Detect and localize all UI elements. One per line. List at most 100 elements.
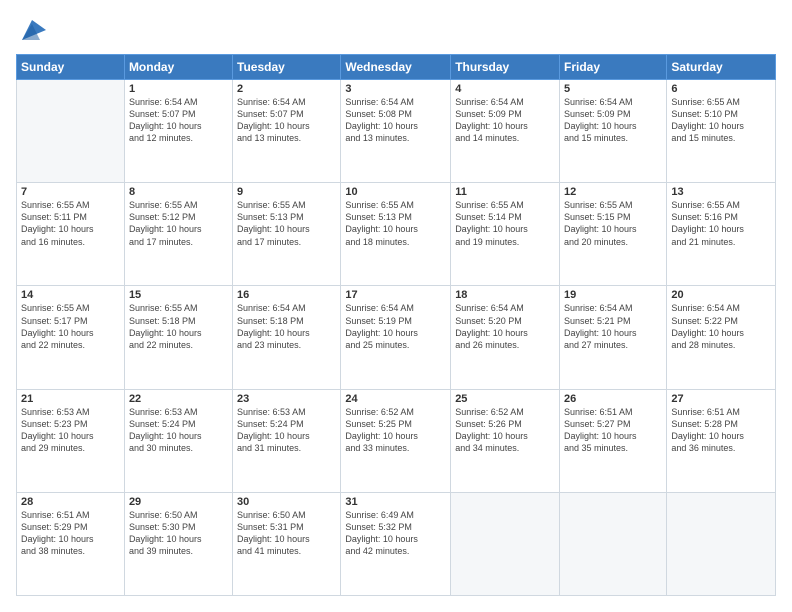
day-info: Sunrise: 6:54 AMSunset: 5:07 PMDaylight:… xyxy=(237,96,336,145)
day-number: 3 xyxy=(345,83,446,95)
calendar-cell: 21Sunrise: 6:53 AMSunset: 5:23 PMDayligh… xyxy=(17,389,125,492)
calendar-page: SundayMondayTuesdayWednesdayThursdayFrid… xyxy=(0,0,792,612)
calendar-cell: 2Sunrise: 6:54 AMSunset: 5:07 PMDaylight… xyxy=(233,80,341,183)
header-cell-saturday: Saturday xyxy=(667,55,776,80)
day-info: Sunrise: 6:51 AMSunset: 5:27 PMDaylight:… xyxy=(564,406,662,455)
day-info: Sunrise: 6:54 AMSunset: 5:21 PMDaylight:… xyxy=(564,302,662,351)
day-number: 18 xyxy=(455,289,555,301)
day-number: 29 xyxy=(129,496,228,508)
day-number: 19 xyxy=(564,289,662,301)
day-number: 6 xyxy=(671,83,771,95)
calendar-cell: 23Sunrise: 6:53 AMSunset: 5:24 PMDayligh… xyxy=(233,389,341,492)
day-info: Sunrise: 6:50 AMSunset: 5:31 PMDaylight:… xyxy=(237,509,336,558)
header-cell-friday: Friday xyxy=(560,55,667,80)
calendar-cell: 3Sunrise: 6:54 AMSunset: 5:08 PMDaylight… xyxy=(341,80,451,183)
day-number: 1 xyxy=(129,83,228,95)
calendar-cell: 31Sunrise: 6:49 AMSunset: 5:32 PMDayligh… xyxy=(341,492,451,595)
day-number: 14 xyxy=(21,289,120,301)
calendar-cell: 11Sunrise: 6:55 AMSunset: 5:14 PMDayligh… xyxy=(451,183,560,286)
day-number: 26 xyxy=(564,393,662,405)
week-row-1: 1Sunrise: 6:54 AMSunset: 5:07 PMDaylight… xyxy=(17,80,776,183)
day-info: Sunrise: 6:52 AMSunset: 5:25 PMDaylight:… xyxy=(345,406,446,455)
day-number: 20 xyxy=(671,289,771,301)
calendar-cell: 10Sunrise: 6:55 AMSunset: 5:13 PMDayligh… xyxy=(341,183,451,286)
day-number: 7 xyxy=(21,186,120,198)
header-cell-thursday: Thursday xyxy=(451,55,560,80)
calendar-cell: 15Sunrise: 6:55 AMSunset: 5:18 PMDayligh… xyxy=(124,286,232,389)
day-info: Sunrise: 6:55 AMSunset: 5:12 PMDaylight:… xyxy=(129,199,228,248)
day-number: 12 xyxy=(564,186,662,198)
day-info: Sunrise: 6:53 AMSunset: 5:24 PMDaylight:… xyxy=(237,406,336,455)
day-number: 28 xyxy=(21,496,120,508)
day-info: Sunrise: 6:50 AMSunset: 5:30 PMDaylight:… xyxy=(129,509,228,558)
day-info: Sunrise: 6:49 AMSunset: 5:32 PMDaylight:… xyxy=(345,509,446,558)
day-number: 5 xyxy=(564,83,662,95)
calendar-cell xyxy=(667,492,776,595)
day-number: 11 xyxy=(455,186,555,198)
calendar-cell: 26Sunrise: 6:51 AMSunset: 5:27 PMDayligh… xyxy=(560,389,667,492)
header-cell-monday: Monday xyxy=(124,55,232,80)
day-info: Sunrise: 6:55 AMSunset: 5:13 PMDaylight:… xyxy=(345,199,446,248)
day-info: Sunrise: 6:52 AMSunset: 5:26 PMDaylight:… xyxy=(455,406,555,455)
header-cell-sunday: Sunday xyxy=(17,55,125,80)
day-number: 16 xyxy=(237,289,336,301)
calendar-cell: 28Sunrise: 6:51 AMSunset: 5:29 PMDayligh… xyxy=(17,492,125,595)
day-info: Sunrise: 6:54 AMSunset: 5:22 PMDaylight:… xyxy=(671,302,771,351)
calendar-cell: 18Sunrise: 6:54 AMSunset: 5:20 PMDayligh… xyxy=(451,286,560,389)
calendar-cell: 7Sunrise: 6:55 AMSunset: 5:11 PMDaylight… xyxy=(17,183,125,286)
week-row-5: 28Sunrise: 6:51 AMSunset: 5:29 PMDayligh… xyxy=(17,492,776,595)
day-number: 31 xyxy=(345,496,446,508)
header-cell-wednesday: Wednesday xyxy=(341,55,451,80)
day-info: Sunrise: 6:54 AMSunset: 5:20 PMDaylight:… xyxy=(455,302,555,351)
page-header xyxy=(16,16,776,44)
calendar-cell: 5Sunrise: 6:54 AMSunset: 5:09 PMDaylight… xyxy=(560,80,667,183)
day-number: 4 xyxy=(455,83,555,95)
calendar-cell: 12Sunrise: 6:55 AMSunset: 5:15 PMDayligh… xyxy=(560,183,667,286)
day-number: 15 xyxy=(129,289,228,301)
calendar-cell: 25Sunrise: 6:52 AMSunset: 5:26 PMDayligh… xyxy=(451,389,560,492)
day-info: Sunrise: 6:54 AMSunset: 5:18 PMDaylight:… xyxy=(237,302,336,351)
calendar-cell: 29Sunrise: 6:50 AMSunset: 5:30 PMDayligh… xyxy=(124,492,232,595)
calendar-cell: 24Sunrise: 6:52 AMSunset: 5:25 PMDayligh… xyxy=(341,389,451,492)
day-number: 25 xyxy=(455,393,555,405)
calendar-cell: 14Sunrise: 6:55 AMSunset: 5:17 PMDayligh… xyxy=(17,286,125,389)
logo-icon xyxy=(18,16,46,44)
calendar-cell: 1Sunrise: 6:54 AMSunset: 5:07 PMDaylight… xyxy=(124,80,232,183)
day-info: Sunrise: 6:54 AMSunset: 5:19 PMDaylight:… xyxy=(345,302,446,351)
calendar-cell xyxy=(560,492,667,595)
day-info: Sunrise: 6:55 AMSunset: 5:13 PMDaylight:… xyxy=(237,199,336,248)
day-number: 13 xyxy=(671,186,771,198)
header-cell-tuesday: Tuesday xyxy=(233,55,341,80)
day-info: Sunrise: 6:53 AMSunset: 5:23 PMDaylight:… xyxy=(21,406,120,455)
day-number: 17 xyxy=(345,289,446,301)
header-row: SundayMondayTuesdayWednesdayThursdayFrid… xyxy=(17,55,776,80)
calendar-cell xyxy=(17,80,125,183)
day-info: Sunrise: 6:54 AMSunset: 5:09 PMDaylight:… xyxy=(455,96,555,145)
day-info: Sunrise: 6:55 AMSunset: 5:11 PMDaylight:… xyxy=(21,199,120,248)
week-row-4: 21Sunrise: 6:53 AMSunset: 5:23 PMDayligh… xyxy=(17,389,776,492)
week-row-3: 14Sunrise: 6:55 AMSunset: 5:17 PMDayligh… xyxy=(17,286,776,389)
day-info: Sunrise: 6:55 AMSunset: 5:14 PMDaylight:… xyxy=(455,199,555,248)
day-info: Sunrise: 6:55 AMSunset: 5:17 PMDaylight:… xyxy=(21,302,120,351)
calendar-cell: 9Sunrise: 6:55 AMSunset: 5:13 PMDaylight… xyxy=(233,183,341,286)
day-number: 8 xyxy=(129,186,228,198)
calendar-cell: 16Sunrise: 6:54 AMSunset: 5:18 PMDayligh… xyxy=(233,286,341,389)
day-info: Sunrise: 6:55 AMSunset: 5:18 PMDaylight:… xyxy=(129,302,228,351)
day-number: 2 xyxy=(237,83,336,95)
day-number: 21 xyxy=(21,393,120,405)
day-number: 24 xyxy=(345,393,446,405)
calendar-cell: 27Sunrise: 6:51 AMSunset: 5:28 PMDayligh… xyxy=(667,389,776,492)
calendar-cell: 4Sunrise: 6:54 AMSunset: 5:09 PMDaylight… xyxy=(451,80,560,183)
day-info: Sunrise: 6:55 AMSunset: 5:10 PMDaylight:… xyxy=(671,96,771,145)
day-info: Sunrise: 6:54 AMSunset: 5:08 PMDaylight:… xyxy=(345,96,446,145)
week-row-2: 7Sunrise: 6:55 AMSunset: 5:11 PMDaylight… xyxy=(17,183,776,286)
day-info: Sunrise: 6:51 AMSunset: 5:29 PMDaylight:… xyxy=(21,509,120,558)
day-info: Sunrise: 6:54 AMSunset: 5:07 PMDaylight:… xyxy=(129,96,228,145)
day-number: 30 xyxy=(237,496,336,508)
calendar-cell: 17Sunrise: 6:54 AMSunset: 5:19 PMDayligh… xyxy=(341,286,451,389)
calendar-cell: 30Sunrise: 6:50 AMSunset: 5:31 PMDayligh… xyxy=(233,492,341,595)
calendar-cell: 19Sunrise: 6:54 AMSunset: 5:21 PMDayligh… xyxy=(560,286,667,389)
calendar-cell: 13Sunrise: 6:55 AMSunset: 5:16 PMDayligh… xyxy=(667,183,776,286)
day-number: 9 xyxy=(237,186,336,198)
calendar-cell xyxy=(451,492,560,595)
